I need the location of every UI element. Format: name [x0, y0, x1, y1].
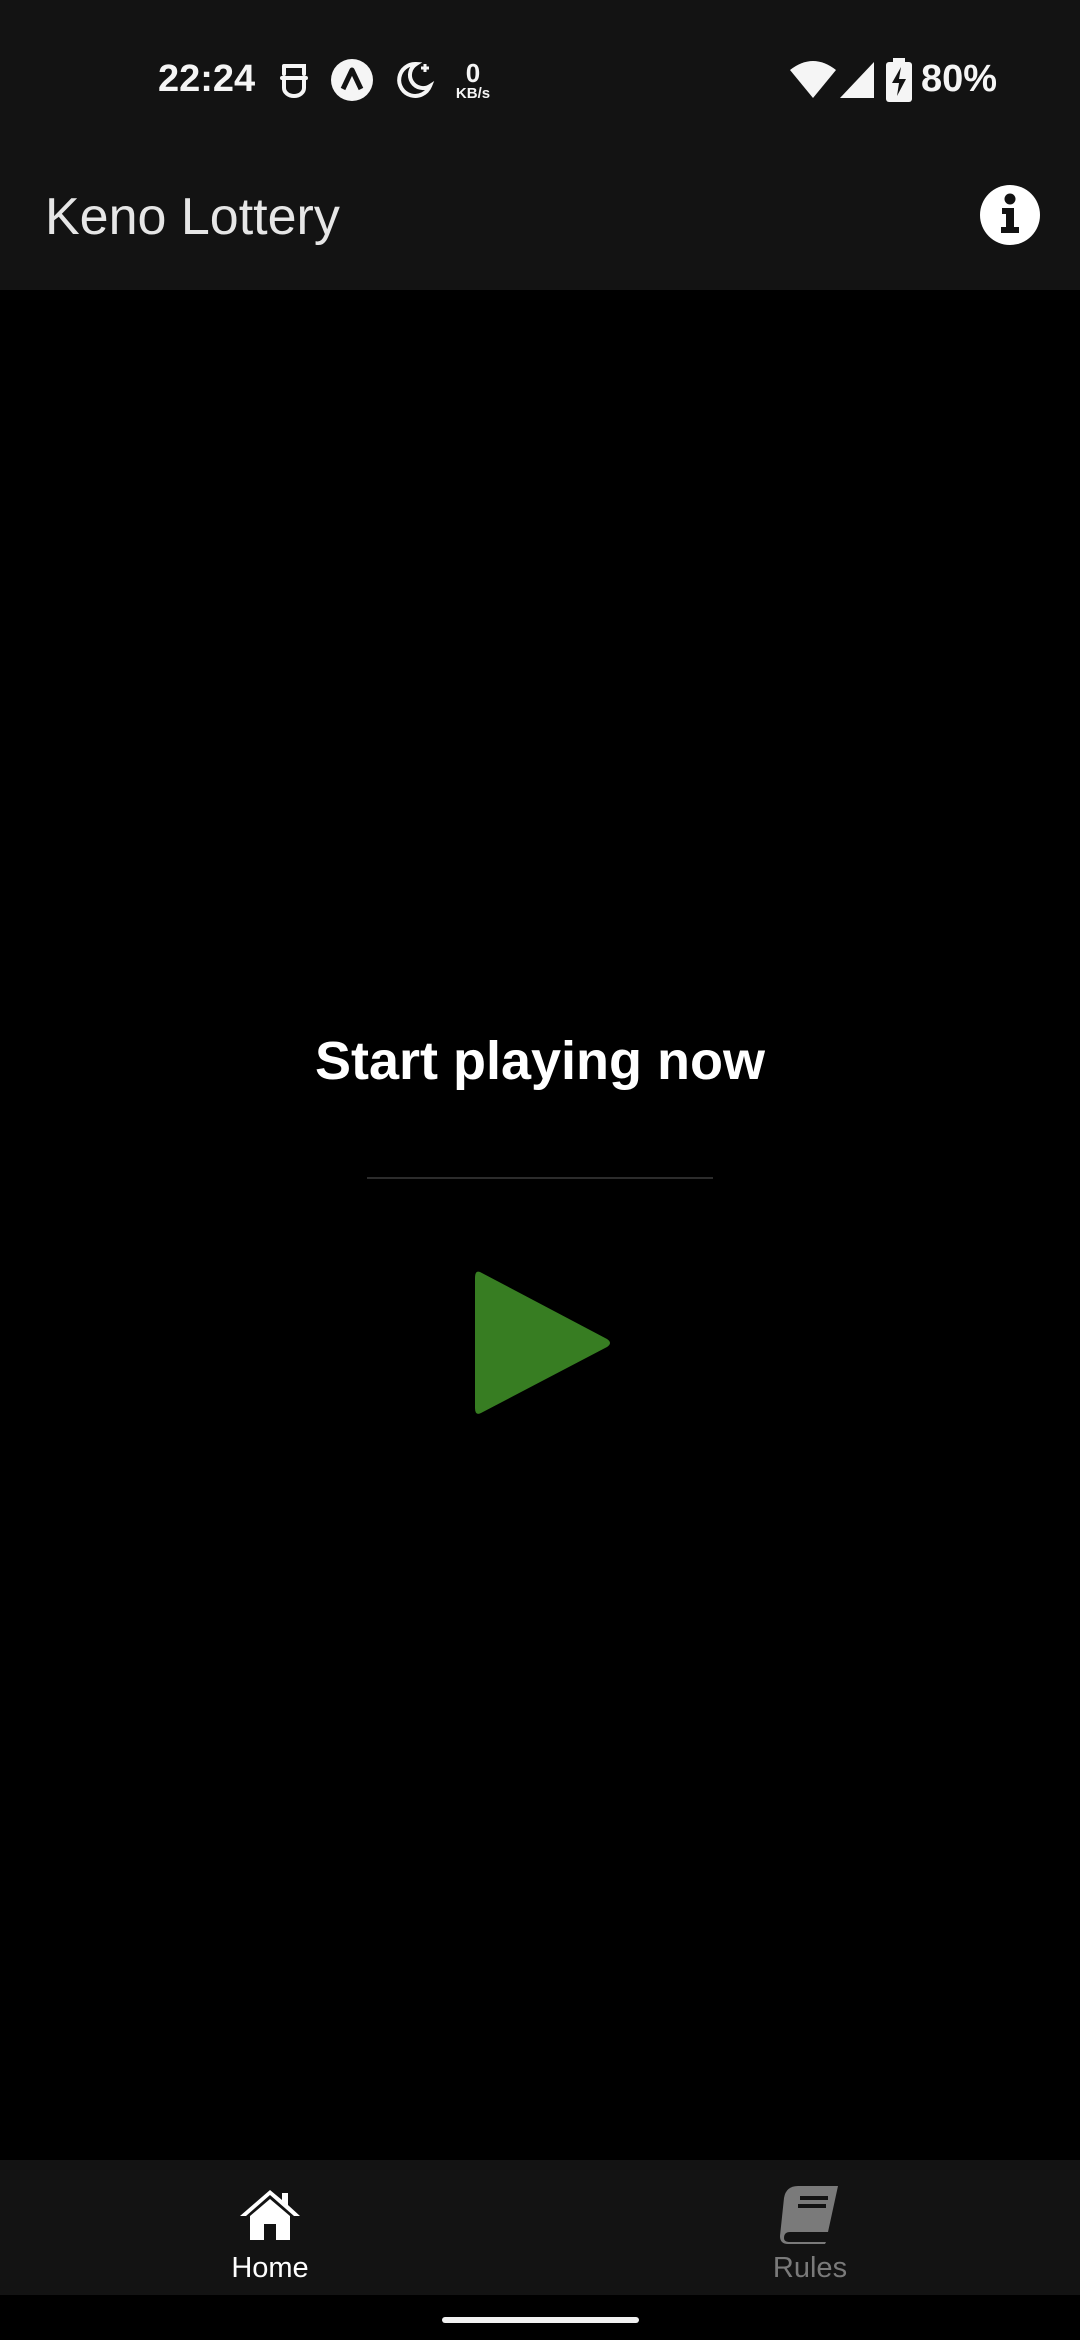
net-speed-value: 0 — [465, 58, 481, 88]
screen: 22:24 0 KB/s 80% Keno Lottery Start play… — [0, 0, 1080, 2340]
wifi-icon — [790, 61, 836, 98]
bottom-navigation: Home Rules — [0, 2160, 1080, 2295]
net-speed: 0 KB/s — [450, 60, 496, 110]
cellular-signal-icon — [840, 62, 874, 98]
play-icon — [475, 1271, 610, 1414]
app-title: Keno Lottery — [45, 188, 340, 246]
status-time: 22:24 — [158, 58, 256, 100]
info-button[interactable] — [978, 183, 1042, 247]
home-icon — [240, 2190, 300, 2240]
main-content: Start playing now — [0, 290, 1080, 2160]
nav-label-rules: Rules — [772, 2252, 848, 2284]
battery-percentage: 80% — [921, 58, 998, 100]
do-not-disturb-moon-icon — [397, 61, 435, 98]
nav-item-home[interactable]: Home — [0, 2160, 540, 2295]
net-speed-unit: KB/s — [455, 85, 491, 102]
book-icon — [780, 2186, 838, 2244]
face-id-icon — [280, 64, 308, 98]
nav-label-home: Home — [231, 2252, 309, 2284]
gesture-area — [0, 2295, 1080, 2340]
gesture-handle[interactable] — [442, 2317, 639, 2323]
status-bar: 22:24 0 KB/s 80% — [0, 0, 1080, 165]
divider — [367, 1177, 713, 1179]
start-playing-headline: Start playing now — [314, 1031, 766, 1091]
play-button[interactable] — [466, 1268, 614, 1418]
info-icon — [980, 185, 1040, 245]
battery-charging-icon — [886, 58, 912, 102]
app-bar: Keno Lottery — [0, 165, 1080, 290]
nav-item-rules[interactable]: Rules — [540, 2160, 1080, 2295]
app-notification-icon — [331, 59, 373, 101]
